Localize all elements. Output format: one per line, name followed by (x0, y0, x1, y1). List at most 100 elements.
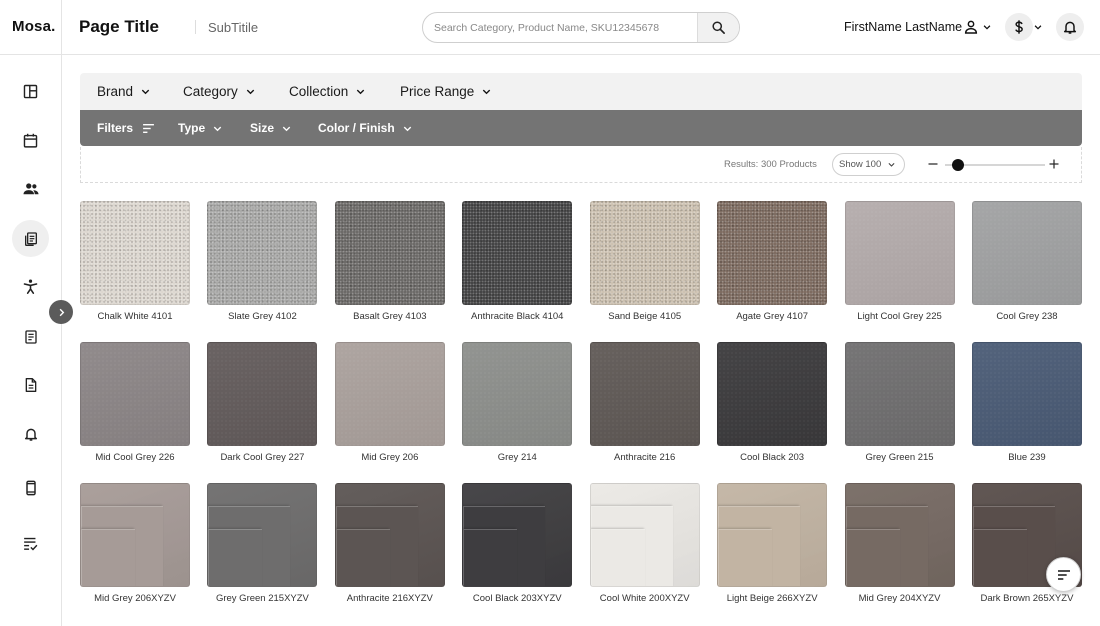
tile-layer (335, 529, 390, 586)
user-name[interactable]: FirstName LastName (844, 20, 962, 34)
checklist-icon (24, 537, 38, 551)
product-card[interactable]: Anthracite 216XYZV (334, 483, 445, 624)
product-swatch (717, 201, 828, 305)
product-card[interactable]: Anthracite 216 (589, 342, 700, 483)
product-swatch (334, 342, 445, 446)
chevron-down-icon (1034, 25, 1042, 30)
sidebar-item-dashboard[interactable] (12, 73, 49, 110)
sidebar-item-notifications[interactable] (12, 415, 49, 452)
price-range-dropdown[interactable]: Price Range (400, 84, 492, 99)
tile-layer (463, 529, 518, 586)
product-name: Light Cool Grey 225 (857, 311, 942, 322)
show-count-select[interactable]: Show 100 (832, 153, 905, 176)
user-icon (964, 20, 978, 34)
filter-lines-icon (143, 123, 154, 133)
product-card[interactable]: Grey Green 215 (844, 342, 955, 483)
product-card[interactable]: Mid Cool Grey 226 (80, 342, 190, 483)
chevron-down-icon (403, 126, 411, 131)
bell-icon (1063, 21, 1077, 34)
brand-dropdown[interactable]: Brand (97, 84, 151, 99)
color-finish-dropdown[interactable]: Color / Finish (318, 121, 413, 135)
product-swatch (844, 483, 955, 587)
product-name: Sand Beige 4105 (608, 311, 682, 322)
page-title: Page Title (79, 17, 159, 36)
product-name: Mid Grey 206XYZV (94, 593, 176, 604)
primary-filter-bar: Brand Category Collection Price Range (80, 73, 1082, 110)
collection-dropdown[interactable]: Collection (289, 84, 366, 99)
product-card[interactable]: Sand Beige 4105 (589, 201, 700, 342)
search-input[interactable] (423, 13, 697, 42)
product-name: Anthracite 216XYZV (346, 593, 433, 604)
product-card[interactable]: Cool Grey 238 (971, 201, 1082, 342)
product-card[interactable]: Chalk White 4101 (80, 201, 190, 342)
product-card[interactable]: Cool White 200XYZV (589, 483, 700, 624)
filters-button[interactable]: Filters (97, 121, 155, 135)
subtitle-divider (195, 20, 196, 34)
plus-icon (1049, 159, 1059, 169)
product-swatch (589, 342, 700, 446)
product-name: Blue 239 (1008, 452, 1046, 463)
product-name: Chalk White 4101 (97, 311, 173, 322)
documents-icon (24, 231, 37, 246)
zoom-in-button[interactable] (1046, 156, 1062, 172)
currency-dropdown[interactable] (1033, 15, 1043, 39)
product-card[interactable]: Light Beige 266XYZV (717, 483, 828, 624)
sidebar-item-mobile[interactable] (12, 469, 49, 506)
show-count-label: Show 100 (839, 159, 882, 170)
search-button[interactable] (697, 13, 739, 42)
product-card[interactable]: Mid Grey 206 (334, 342, 445, 483)
product-card[interactable]: Slate Grey 4102 (207, 201, 318, 342)
product-name: Mid Grey 206 (361, 452, 419, 463)
sort-icon (1057, 569, 1070, 580)
accessibility-icon (23, 279, 38, 295)
chevron-down-icon (141, 89, 150, 95)
product-card[interactable]: Dark Cool Grey 227 (207, 342, 318, 483)
sort-fab-button[interactable] (1046, 557, 1081, 592)
user-menu-button[interactable] (963, 15, 992, 39)
sidebar-item-calendar[interactable] (12, 122, 49, 159)
product-name: Mid Cool Grey 226 (95, 452, 175, 463)
sidebar-item-people[interactable] (12, 170, 49, 207)
type-dropdown-label: Type (178, 121, 206, 135)
product-card[interactable]: Grey Green 215XYZV (207, 483, 318, 624)
product-name: Light Beige 266XYZV (726, 593, 818, 604)
product-card[interactable]: Agate Grey 4107 (717, 201, 828, 342)
sidebar-item-accessibility[interactable] (12, 268, 49, 305)
color-finish-dropdown-label: Color / Finish (318, 121, 395, 135)
product-card[interactable]: Blue 239 (971, 342, 1082, 483)
phone-icon (25, 480, 36, 495)
zoom-out-button[interactable] (925, 156, 941, 172)
logo[interactable]: Mosa. (12, 18, 56, 35)
sidebar-item-notes[interactable] (12, 318, 49, 355)
currency-button[interactable] (1005, 13, 1033, 41)
product-card[interactable]: Anthracite Black 4104 (462, 201, 573, 342)
page-subtitle: SubTitile (208, 20, 259, 35)
product-swatch (462, 201, 573, 305)
product-name: Cool Black 203 (740, 452, 805, 463)
product-card[interactable]: Dark Brown 265XYZV (971, 483, 1082, 624)
product-card[interactable]: Cool Black 203 (717, 342, 828, 483)
product-card[interactable]: Mid Grey 204XYZV (844, 483, 955, 624)
product-card[interactable]: Light Cool Grey 225 (844, 201, 955, 342)
product-card[interactable]: Basalt Grey 4103 (334, 201, 445, 342)
product-name: Anthracite 216 (614, 452, 676, 463)
category-dropdown-label: Category (183, 84, 238, 99)
product-card[interactable]: Mid Grey 206XYZV (80, 483, 190, 624)
chevron-down-icon (282, 126, 291, 131)
tile-layer (590, 529, 645, 586)
product-card[interactable]: Cool Black 203XYZV (462, 483, 573, 624)
notifications-button[interactable] (1056, 13, 1084, 41)
sidebar-item-file[interactable] (12, 366, 49, 403)
product-card[interactable]: Grey 214 (462, 342, 573, 483)
sidebar-item-checklist[interactable] (12, 525, 49, 562)
type-dropdown[interactable]: Type (178, 121, 223, 135)
category-dropdown[interactable]: Category (183, 84, 256, 99)
sidebar-item-documents[interactable] (12, 220, 49, 257)
product-swatch (589, 483, 700, 587)
zoom-slider-thumb[interactable] (952, 159, 964, 171)
size-dropdown[interactable]: Size (250, 121, 292, 135)
file-icon (25, 377, 36, 392)
tile-layer (81, 529, 135, 586)
minus-icon (928, 163, 938, 165)
sidebar-toggle-button[interactable] (49, 300, 73, 324)
